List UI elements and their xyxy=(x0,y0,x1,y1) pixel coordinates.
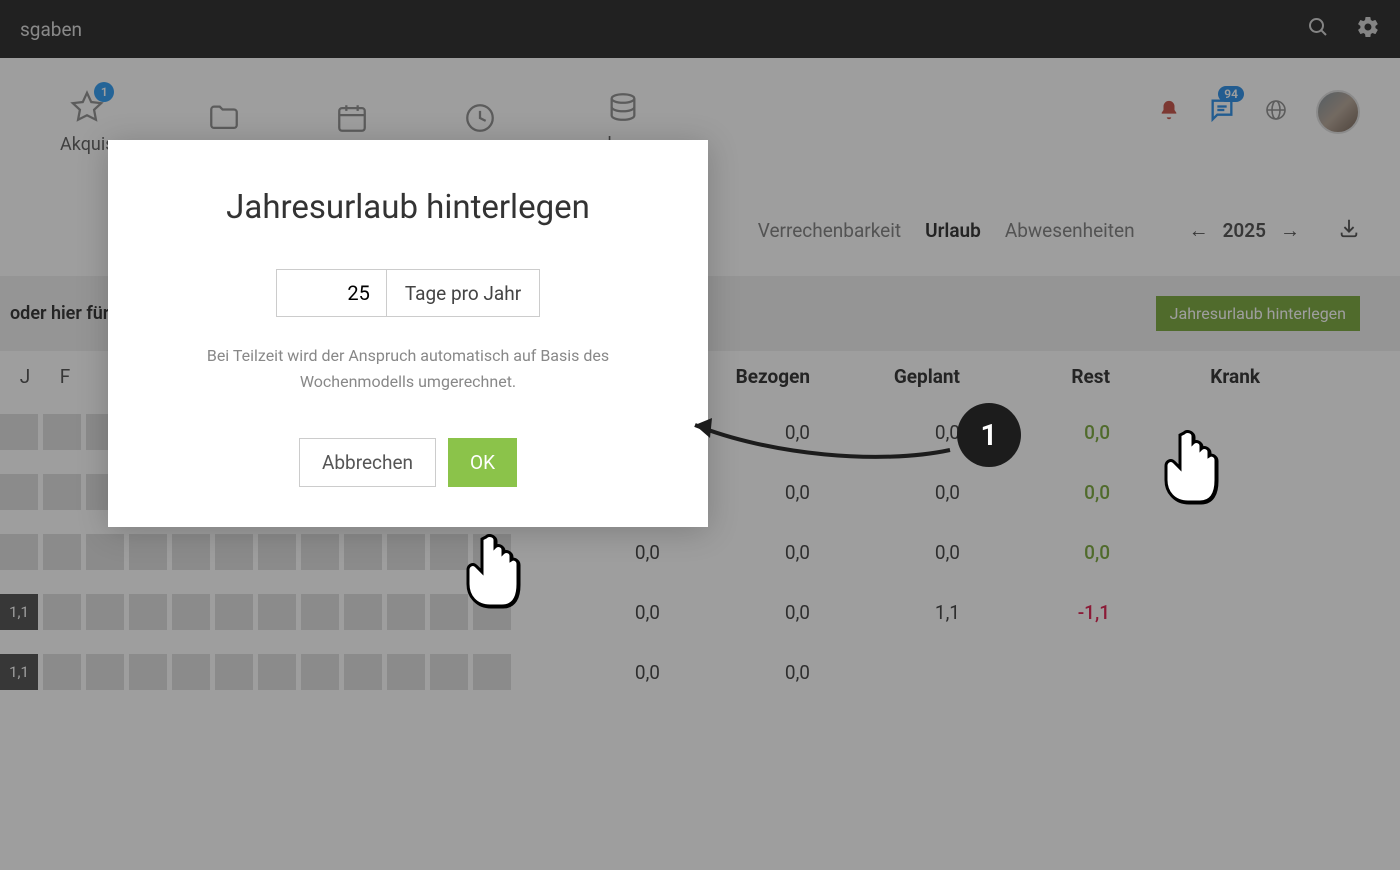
step-badge: 1 xyxy=(957,403,1021,467)
days-input[interactable] xyxy=(276,269,386,317)
dialog-hint: Bei Teilzeit wird der Anspruch automatis… xyxy=(188,343,628,394)
days-input-group: Tage pro Jahr xyxy=(148,269,668,317)
annual-leave-dialog: Jahresurlaub hinterlegen Tage pro Jahr B… xyxy=(108,140,708,527)
dialog-buttons: Abbrechen OK xyxy=(148,438,668,487)
days-unit-label: Tage pro Jahr xyxy=(386,269,540,317)
dialog-title: Jahresurlaub hinterlegen xyxy=(148,188,668,227)
ok-button[interactable]: OK xyxy=(448,438,517,487)
cancel-button[interactable]: Abbrechen xyxy=(299,438,436,487)
